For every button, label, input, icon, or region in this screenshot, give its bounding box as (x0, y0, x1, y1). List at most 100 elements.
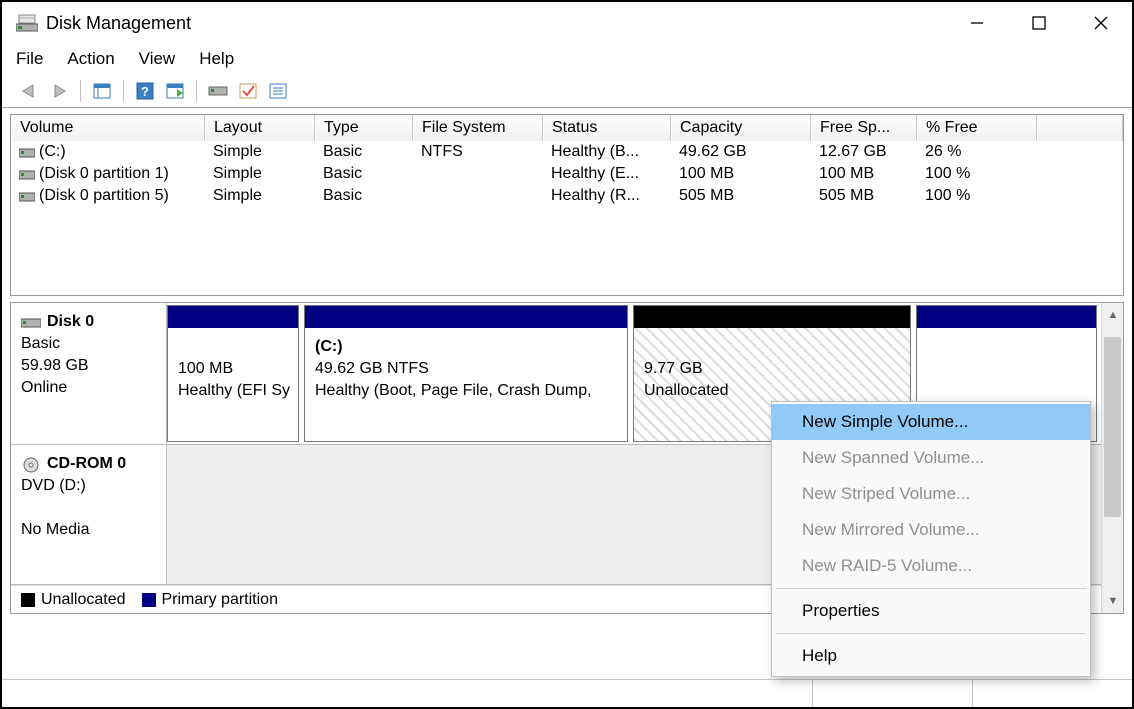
help-icon[interactable]: ? (130, 78, 160, 104)
volume-list-header: Volume Layout Type File System Status Ca… (11, 115, 1123, 141)
volume-list-body: (C:) Simple Basic NTFS Healthy (B... 49.… (11, 141, 1123, 295)
col-pct[interactable]: % Free (917, 115, 1037, 141)
partition-bar (168, 306, 298, 328)
col-free[interactable]: Free Sp... (811, 115, 917, 141)
title-bar: Disk Management (2, 2, 1132, 44)
menu-action[interactable]: Action (67, 49, 114, 69)
legend-swatch-unallocated (21, 593, 35, 607)
partition-bar (917, 306, 1096, 328)
col-extra[interactable] (1037, 115, 1123, 141)
scroll-thumb[interactable] (1104, 337, 1121, 517)
status-segment (2, 680, 812, 707)
toolbar-separator (80, 80, 81, 102)
list-icon[interactable] (160, 78, 190, 104)
col-fs[interactable]: File System (413, 115, 543, 141)
menu-separator (776, 588, 1086, 589)
cell: Basic (315, 141, 413, 163)
partition-status: Healthy (Boot, Page File, Crash Dump, (315, 380, 617, 402)
volume-name: (C:) (39, 143, 66, 160)
cdrom-drive-letter: DVD (D:) (21, 475, 156, 497)
cell: Simple (205, 141, 315, 163)
check-icon[interactable] (233, 78, 263, 104)
cell: Basic (315, 185, 413, 207)
minimize-button[interactable] (946, 2, 1008, 44)
scroll-track[interactable] (1102, 327, 1123, 589)
cdrom-state: No Media (21, 519, 156, 541)
cell: 100 MB (671, 163, 811, 185)
disk-type: Basic (21, 333, 156, 355)
menu-new-simple-volume[interactable]: New Simple Volume... (772, 404, 1090, 440)
cell (413, 185, 543, 207)
disk-icon (21, 315, 41, 329)
cdrom-icon (21, 457, 41, 471)
forward-button[interactable] (44, 78, 74, 104)
cdrom-0-header[interactable]: CD-ROM 0 DVD (D:) No Media (11, 445, 167, 584)
cell: 26 % (917, 141, 1037, 163)
properties-icon[interactable] (263, 78, 293, 104)
menu-new-striped-volume: New Striped Volume... (772, 476, 1090, 512)
disk-name: Disk 0 (47, 313, 94, 330)
cell: 505 MB (811, 185, 917, 207)
legend-label: Unallocated (41, 591, 126, 609)
cell: 49.62 GB (671, 141, 811, 163)
cell: 100 MB (811, 163, 917, 185)
partition-label: (C:) (315, 336, 617, 358)
cell: 100 % (917, 163, 1037, 185)
back-button[interactable] (14, 78, 44, 104)
col-status[interactable]: Status (543, 115, 671, 141)
cdrom-name: CD-ROM 0 (47, 455, 126, 472)
svg-text:?: ? (141, 84, 149, 99)
drive-icon (19, 146, 35, 158)
menu-new-mirrored-volume: New Mirrored Volume... (772, 512, 1090, 548)
toolbar: ? (2, 74, 1132, 108)
vertical-scrollbar[interactable]: ▲ ▼ (1101, 303, 1123, 613)
partition-c[interactable]: (C:) 49.62 GB NTFS Healthy (Boot, Page F… (304, 305, 628, 442)
partition-status: Healthy (EFI Sy (178, 380, 288, 402)
window-frame: Disk Management File Action View Help (0, 0, 1134, 709)
panel-icon[interactable] (87, 78, 117, 104)
volume-row[interactable]: (C:) Simple Basic NTFS Healthy (B... 49.… (11, 141, 1123, 163)
menu-view[interactable]: View (139, 49, 176, 69)
menu-help[interactable]: Help (772, 638, 1090, 674)
menu-new-spanned-volume: New Spanned Volume... (772, 440, 1090, 476)
status-bar (2, 679, 1132, 707)
volume-name: (Disk 0 partition 1) (39, 165, 169, 182)
cell: 505 MB (671, 185, 811, 207)
disk-mgmt-icon (16, 13, 38, 33)
legend-label: Primary partition (162, 591, 278, 609)
status-segment (812, 680, 972, 707)
col-layout[interactable]: Layout (205, 115, 315, 141)
partition-label: Unallocated (644, 380, 900, 402)
maximize-button[interactable] (1008, 2, 1070, 44)
col-volume[interactable]: Volume (11, 115, 205, 141)
partition-bar (634, 306, 910, 328)
menu-properties[interactable]: Properties (772, 593, 1090, 629)
cell: 100 % (917, 185, 1037, 207)
cell: Simple (205, 185, 315, 207)
cell: NTFS (413, 141, 543, 163)
window-title: Disk Management (46, 13, 191, 34)
menu-new-raid5-volume: New RAID-5 Volume... (772, 548, 1090, 584)
toolbar-separator (196, 80, 197, 102)
status-segment (972, 680, 1132, 707)
window-controls (946, 2, 1132, 44)
rescan-icon[interactable] (203, 78, 233, 104)
close-button[interactable] (1070, 2, 1132, 44)
scroll-up-button[interactable]: ▲ (1102, 303, 1124, 327)
col-type[interactable]: Type (315, 115, 413, 141)
volume-row[interactable]: (Disk 0 partition 5) Simple Basic Health… (11, 185, 1123, 207)
partition-size: 100 MB (178, 358, 288, 380)
scroll-down-button[interactable]: ▼ (1102, 589, 1124, 613)
col-cap[interactable]: Capacity (671, 115, 811, 141)
volume-row[interactable]: (Disk 0 partition 1) Simple Basic Health… (11, 163, 1123, 185)
disk-size: 59.98 GB (21, 355, 156, 377)
disk-0-header[interactable]: Disk 0 Basic 59.98 GB Online (11, 303, 167, 444)
menu-bar: File Action View Help (2, 44, 1132, 74)
menu-help[interactable]: Help (199, 49, 234, 69)
menu-file[interactable]: File (16, 49, 43, 69)
disk-state: Online (21, 377, 156, 399)
menu-separator (776, 633, 1086, 634)
partition-efi[interactable]: 100 MB Healthy (EFI Sy (167, 305, 299, 442)
cell: Simple (205, 163, 315, 185)
cell (413, 163, 543, 185)
